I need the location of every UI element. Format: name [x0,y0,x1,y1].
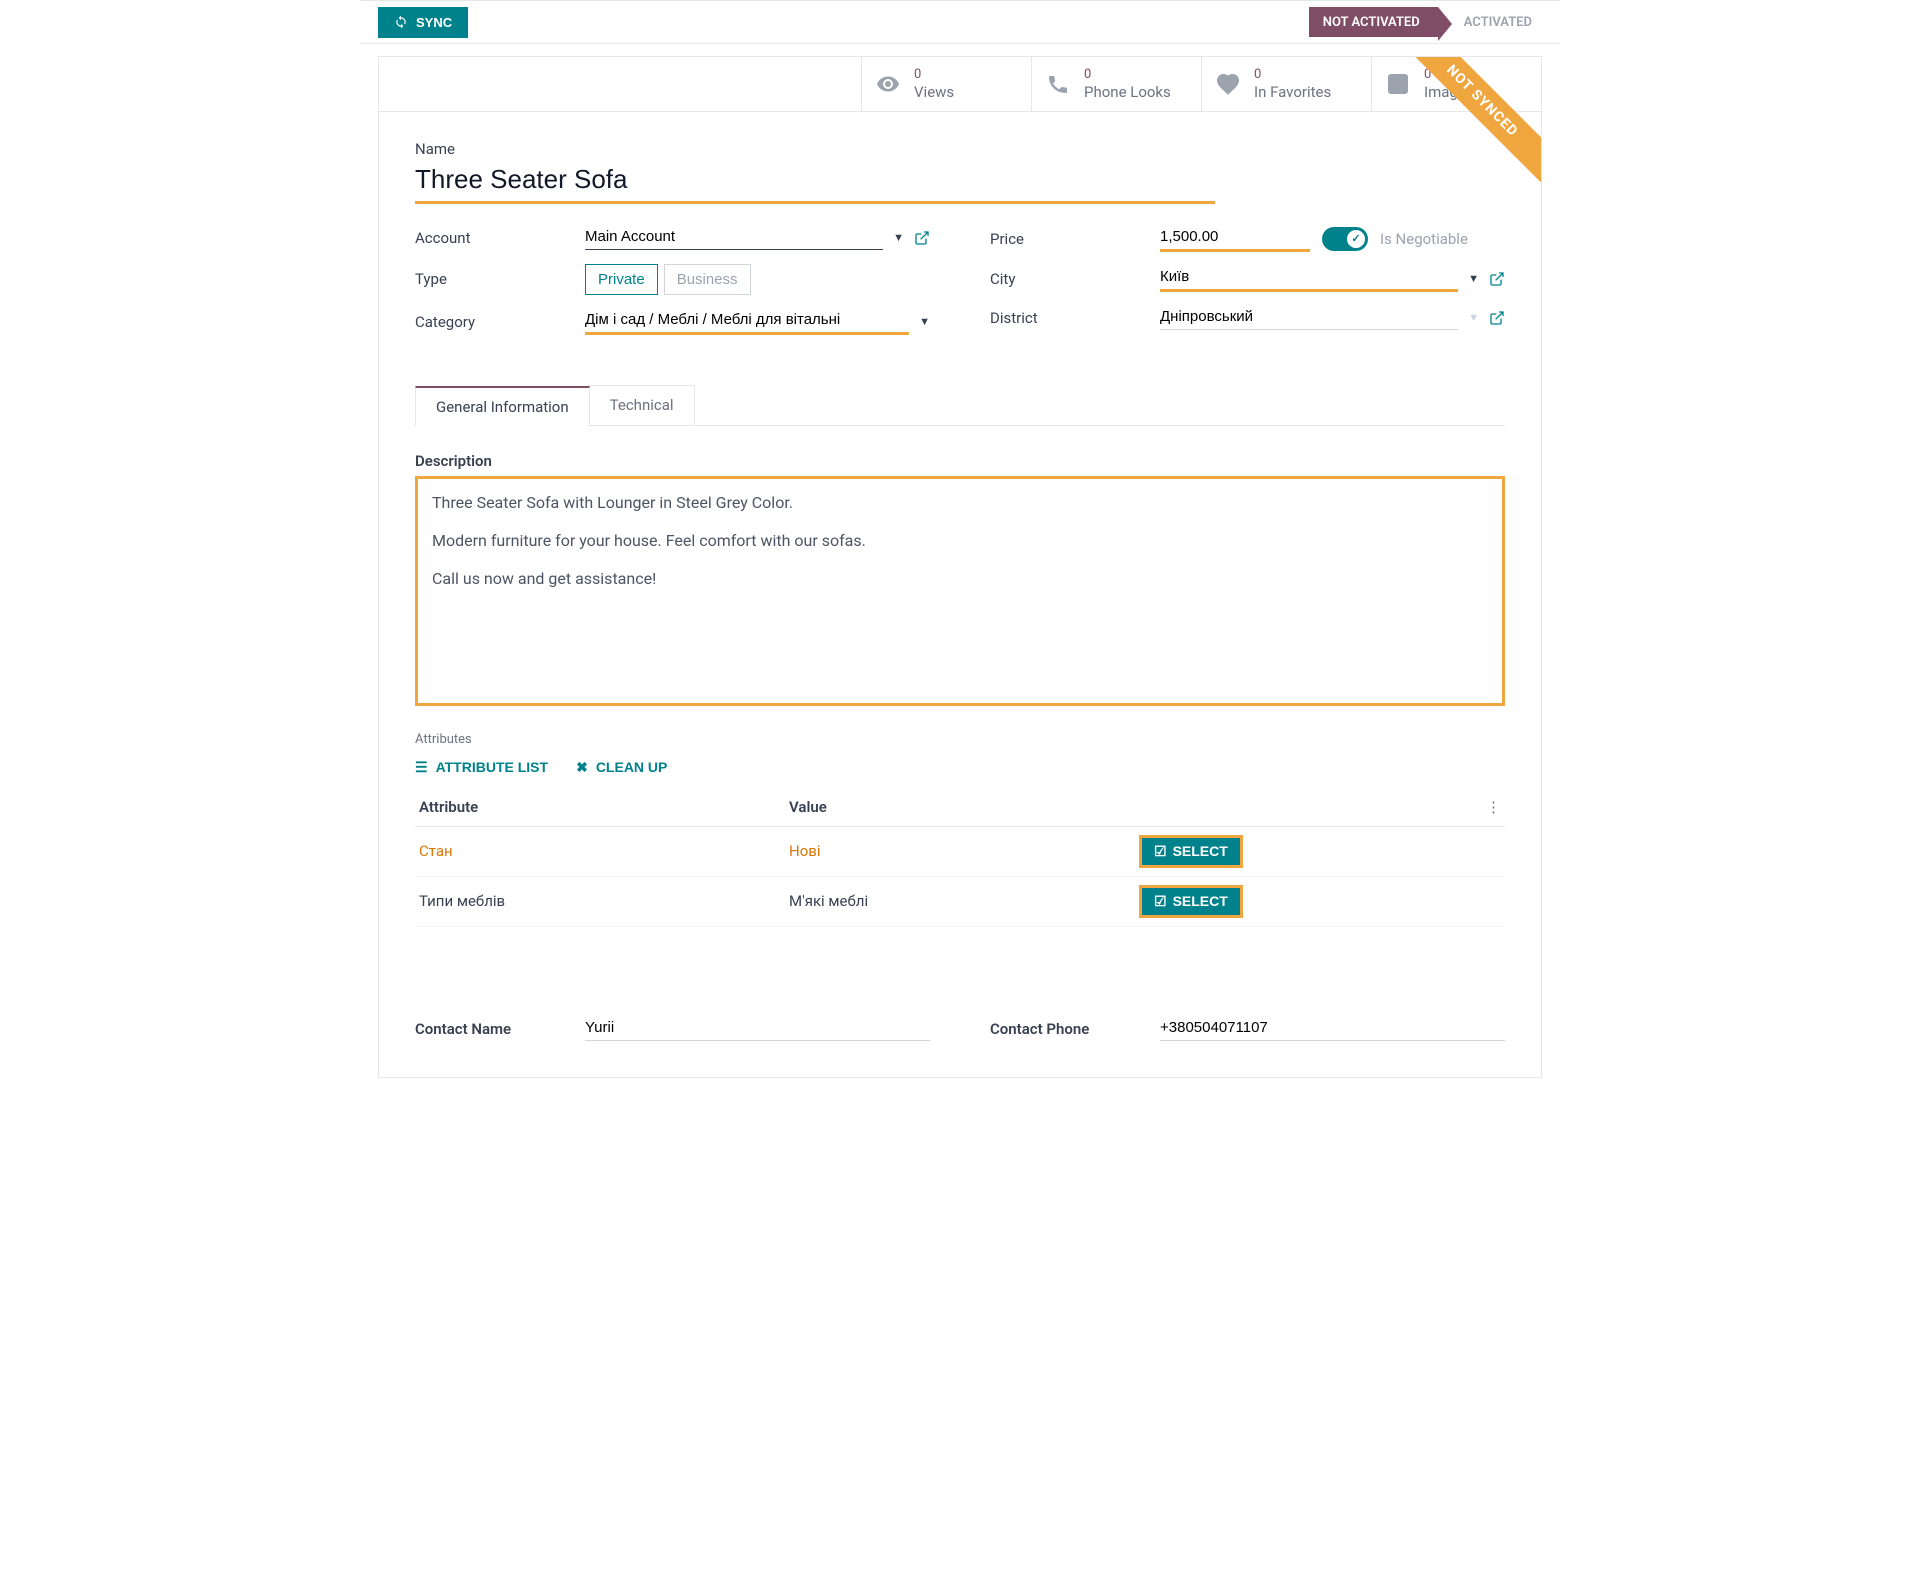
select-button[interactable]: ☑ SELECT [1142,838,1240,865]
description-textarea[interactable] [415,476,1505,706]
district-label: District [990,309,1160,327]
name-label: Name [415,140,1505,158]
attribute-list-button[interactable]: ☰ ATTRIBUTE LIST [415,759,548,776]
status-not-activated[interactable]: NOT ACTIVATED [1309,7,1438,37]
attr-value: М'які меблі [785,876,1135,926]
category-select[interactable] [585,309,909,335]
eye-icon [876,72,900,96]
caret-down-icon: ▼ [1468,311,1479,324]
heart-icon [1216,72,1240,96]
type-private-button[interactable]: Private [585,264,658,295]
col-attribute: Attribute [415,788,785,827]
district-select[interactable] [1160,306,1458,330]
description-label: Description [415,452,1505,470]
image-icon [1386,72,1410,96]
select-button[interactable]: ☑ SELECT [1142,888,1240,915]
tab-technical[interactable]: Technical [589,385,695,425]
tab-general[interactable]: General Information [415,386,590,426]
caret-down-icon: ▼ [1468,272,1479,285]
stat-phone-looks[interactable]: 0Phone Looks [1031,57,1201,111]
caret-down-icon: ▼ [893,231,904,244]
contact-name-input[interactable] [585,1017,930,1041]
type-business-button[interactable]: Business [664,264,751,295]
phone-icon [1046,72,1070,96]
attributes-label: Attributes [415,732,1505,747]
attributes-table: Attribute Value ⋮ СтанНові☑ SELECTТипи м… [415,788,1505,927]
category-label: Category [415,313,585,331]
close-icon: ✖ [576,759,588,776]
contact-phone-label: Contact Phone [990,1020,1160,1038]
sync-button[interactable]: SYNC [378,7,468,38]
status-activated[interactable]: ACTIVATED [1438,7,1542,37]
check-icon: ☑ [1154,893,1167,910]
caret-down-icon: ▼ [919,315,930,328]
attr-value: Нові [785,826,1135,876]
sync-icon [394,15,408,29]
check-icon: ☑ [1154,843,1167,860]
status-bar: NOT ACTIVATED ACTIVATED [1309,7,1542,37]
attr-name: Типи меблів [415,876,785,926]
sync-label: SYNC [416,15,452,30]
col-value: Value [785,788,1135,827]
external-link-icon[interactable] [1489,271,1505,287]
account-label: Account [415,229,585,247]
account-select[interactable] [585,226,883,250]
price-label: Price [990,230,1160,248]
contact-phone-input[interactable] [1160,1017,1505,1041]
external-link-icon[interactable] [914,230,930,246]
name-input[interactable] [415,162,1215,204]
type-label: Type [415,270,585,288]
contact-name-label: Contact Name [415,1020,585,1038]
price-input[interactable] [1160,226,1310,252]
stat-favorites[interactable]: 0In Favorites [1201,57,1371,111]
cleanup-button[interactable]: ✖ CLEAN UP [576,759,667,776]
stat-views[interactable]: 0Views [861,57,1031,111]
city-label: City [990,270,1160,288]
city-select[interactable] [1160,266,1458,292]
external-link-icon[interactable] [1489,310,1505,326]
negotiable-label: Is Negotiable [1380,230,1468,248]
table-row: СтанНові ☑ SELECT [415,826,1505,876]
attr-name: Стан [415,826,785,876]
table-row: Типи меблівМ'які меблі ☑ SELECT [415,876,1505,926]
list-icon: ☰ [415,759,428,776]
negotiable-toggle[interactable]: ✓ [1322,227,1368,251]
kebab-icon[interactable]: ⋮ [1442,788,1505,827]
check-icon: ✓ [1347,230,1365,248]
